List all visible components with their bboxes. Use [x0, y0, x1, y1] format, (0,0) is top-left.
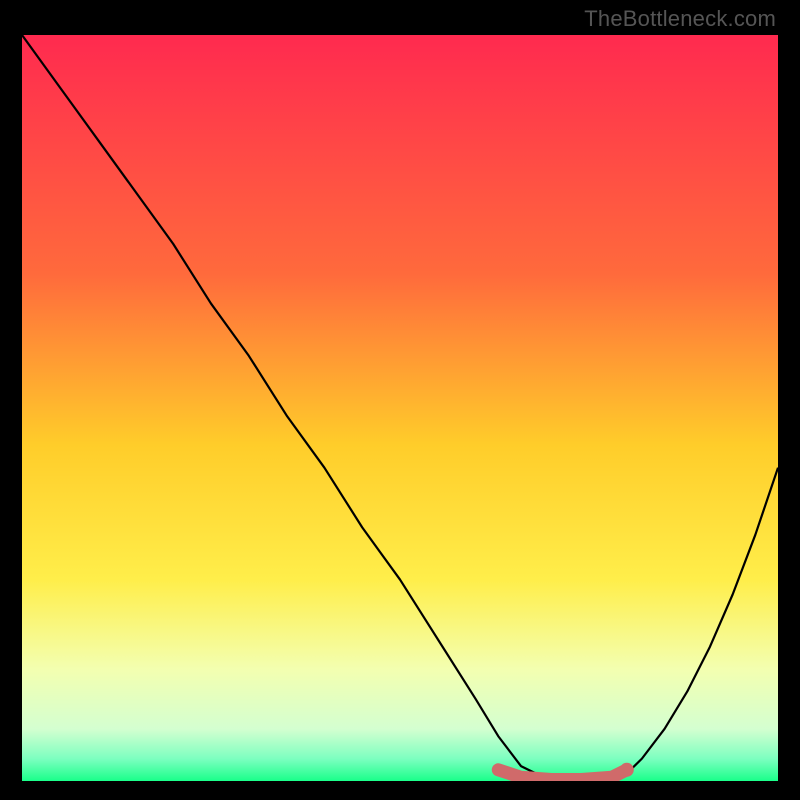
- attribution-text: TheBottleneck.com: [584, 6, 776, 32]
- chart-container: TheBottleneck.com: [0, 0, 800, 800]
- curve-layer: [22, 35, 778, 781]
- plot-area: [22, 35, 778, 781]
- sweet-spot-end-dot: [620, 763, 634, 777]
- sweet-spot-highlight: [498, 770, 627, 780]
- bottleneck-curve: [22, 35, 778, 781]
